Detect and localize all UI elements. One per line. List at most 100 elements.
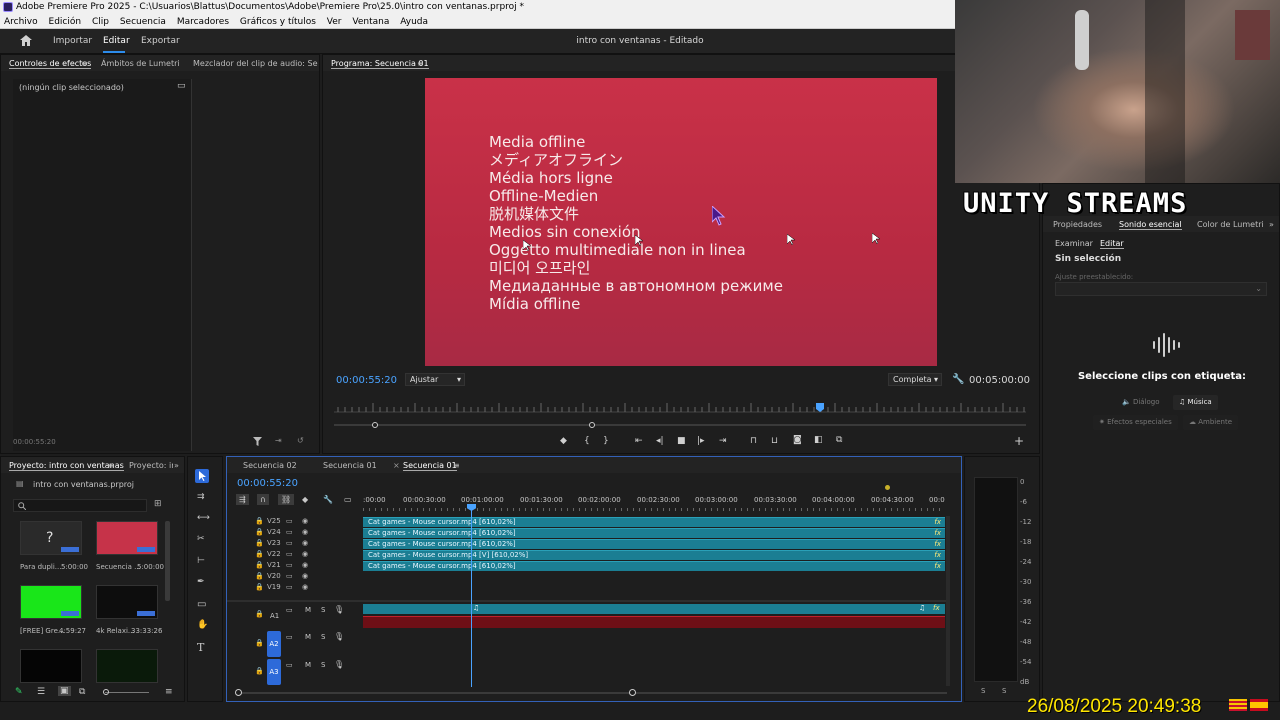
pen-tool-icon[interactable]: ✒ <box>197 577 205 587</box>
timeline-menu-icon[interactable]: ≡ <box>453 461 460 470</box>
audio-track-area[interactable]: ♫ ♫ fx <box>363 604 945 628</box>
lock-icon[interactable]: 🔒 <box>255 610 264 618</box>
microphone-icon[interactable]: 🎙 <box>334 605 344 614</box>
hand-tool-icon[interactable]: ✋ <box>197 620 208 630</box>
clip-v25[interactable]: Cat games - Mouse cursor.mp4 [610,02%] fx <box>363 517 945 527</box>
multicam-icon[interactable]: ⧉ <box>836 435 842 445</box>
subtab-editar[interactable]: Editar <box>1100 239 1124 249</box>
thumb-4k-relax[interactable] <box>96 585 158 619</box>
wrench-icon[interactable]: 🔧 <box>952 374 964 385</box>
sync-icon[interactable]: ▭ <box>286 550 293 558</box>
meter-solo-right[interactable]: S <box>1002 687 1006 695</box>
nest-icon[interactable]: ⇶ <box>236 494 249 505</box>
clip-v24[interactable]: Cat games - Mouse cursor.mp4 [610,02%] fx <box>363 528 945 538</box>
lock-icon[interactable]: 🔒 <box>255 667 264 675</box>
more-tabs-icon[interactable]: » <box>1269 220 1274 229</box>
thumb-matrix[interactable] <box>96 649 158 683</box>
tab-importar[interactable]: Importar <box>53 36 92 46</box>
close-tab-icon[interactable]: × <box>393 461 400 470</box>
tab-exportar[interactable]: Exportar <box>141 36 180 46</box>
menu-secuencia[interactable]: Secuencia <box>120 17 166 27</box>
efectos-especiales-button[interactable]: ✷ Efectos especiales <box>1093 415 1178 430</box>
clip-v22[interactable]: Cat games - Mouse cursor.mp4 [V] [610,02… <box>363 550 945 560</box>
video-track-area[interactable]: Cat games - Mouse cursor.mp4 [610,02%] fx… <box>363 516 945 598</box>
program-mini-ruler[interactable] <box>334 400 1026 414</box>
menu-edicion[interactable]: Edición <box>49 17 82 27</box>
thumb-size-slider[interactable] <box>105 692 149 693</box>
linked-selection-icon[interactable]: ⛓ <box>278 494 295 505</box>
timeline-zoom-right[interactable] <box>629 689 636 696</box>
timeline-timecode[interactable]: 00:00:55:20 <box>237 478 298 489</box>
razor-tool-icon[interactable]: ✂ <box>197 534 205 544</box>
mute-button[interactable]: M <box>305 606 311 614</box>
rectangle-tool-icon[interactable]: ▭ <box>197 599 206 610</box>
tab-proyecto-int[interactable]: Proyecto: int <box>129 461 173 470</box>
eye-icon[interactable]: ◉ <box>302 550 308 558</box>
menu-clip[interactable]: Clip <box>92 17 109 27</box>
thumb-black[interactable] <box>20 649 82 683</box>
playhead-line[interactable] <box>471 509 472 687</box>
eye-icon[interactable]: ◉ <box>302 539 308 547</box>
mark-out-icon[interactable]: } <box>603 436 609 446</box>
track-target-a2[interactable]: A2 <box>267 631 281 657</box>
mute-button[interactable]: M <box>305 661 311 669</box>
ambiente-button[interactable]: ☁ Ambiente <box>1183 415 1239 430</box>
sync-icon[interactable]: ▭ <box>286 539 293 547</box>
tab-propiedades[interactable]: Propiedades <box>1053 220 1102 229</box>
meter-solo-left[interactable]: S <box>981 687 985 695</box>
program-zoom-scrollbar[interactable] <box>334 424 1026 426</box>
go-to-in-icon[interactable]: ⇤ <box>635 436 643 446</box>
tab-mezclador-audio[interactable]: Mezclador del clip de audio: Secuen <box>193 59 318 68</box>
program-video-frame[interactable]: Media offline メディアオフライン Média hors ligne… <box>425 78 937 366</box>
extract-icon[interactable]: ⊔ <box>771 436 778 446</box>
clip-v21[interactable]: Cat games - Mouse cursor.mp4 [610,02%] fx <box>363 561 945 571</box>
solo-button[interactable]: S <box>321 633 325 641</box>
go-to-out-icon[interactable]: ⇥ <box>719 436 727 446</box>
microphone-icon[interactable]: 🎙 <box>334 660 344 669</box>
thumb-para-dupli[interactable]: ? <box>20 521 82 555</box>
audio-clip-top[interactable]: ♫ ♫ fx <box>363 604 945 614</box>
panel-menu-icon[interactable]: ≡ <box>81 59 88 68</box>
snap-icon[interactable]: ∩ <box>257 494 269 505</box>
audio-clip-waveform[interactable] <box>363 616 945 628</box>
eye-icon[interactable]: ◉ <box>302 517 308 525</box>
add-button-icon[interactable]: + <box>1014 434 1024 448</box>
sync-icon[interactable]: ▭ <box>286 517 293 525</box>
zoom-handle-right[interactable] <box>589 422 595 428</box>
tab-secuencia-01-active[interactable]: Secuencia 01 <box>403 461 457 471</box>
reset-icon[interactable]: ↺ <box>297 436 304 445</box>
freeform-view-icon[interactable]: ⧉ <box>79 687 85 697</box>
program-current-time[interactable]: 00:00:55:20 <box>336 375 397 386</box>
quality-dropdown[interactable]: Completa <box>888 373 942 386</box>
step-forward-icon[interactable]: |▸ <box>697 436 705 446</box>
sync-icon[interactable]: ▭ <box>286 572 293 580</box>
project-scrollbar[interactable] <box>165 521 170 601</box>
lock-icon[interactable]: 🔒 <box>255 561 264 569</box>
tab-controles-efectos[interactable]: Controles de efectos <box>9 59 92 69</box>
camera-icon[interactable]: ◙ <box>793 435 802 445</box>
add-marker-icon[interactable]: ◆ <box>302 495 308 504</box>
lock-icon[interactable]: 🔒 <box>255 583 264 591</box>
project-search-input[interactable] <box>13 499 147 512</box>
more-tabs-icon[interactable]: » <box>174 461 179 470</box>
microphone-icon[interactable]: 🎙 <box>334 632 344 641</box>
tab-secuencia-02[interactable]: Secuencia 02 <box>243 461 297 470</box>
timeline-zoom-left[interactable] <box>235 689 242 696</box>
ripple-edit-tool-icon[interactable]: ⟷ <box>197 513 210 523</box>
tab-sonido-esencial[interactable]: Sonido esencial <box>1119 220 1182 230</box>
tab-programa[interactable]: Programa: Secuencia 01 <box>331 59 429 69</box>
lock-icon[interactable]: 🔒 <box>255 550 264 558</box>
list-view-icon[interactable]: ☰ <box>37 687 45 697</box>
lift-icon[interactable]: ⊓ <box>750 436 757 446</box>
tab-secuencia-01-a[interactable]: Secuencia 01 <box>323 461 377 470</box>
icon-view-icon[interactable]: ▣ <box>58 686 71 696</box>
solo-button[interactable]: S <box>321 606 325 614</box>
musica-button[interactable]: ♫ Música <box>1173 395 1218 410</box>
eye-icon[interactable]: ◉ <box>302 583 308 591</box>
track-target-a3[interactable]: A3 <box>267 659 281 685</box>
sync-icon[interactable]: ▭ <box>286 633 293 641</box>
dialogo-button[interactable]: 🔈 Diálogo <box>1116 395 1166 410</box>
sync-icon[interactable]: ▭ <box>286 583 293 591</box>
preset-dropdown[interactable]: ⌄ <box>1055 282 1267 296</box>
mark-in-icon[interactable]: { <box>584 436 590 446</box>
